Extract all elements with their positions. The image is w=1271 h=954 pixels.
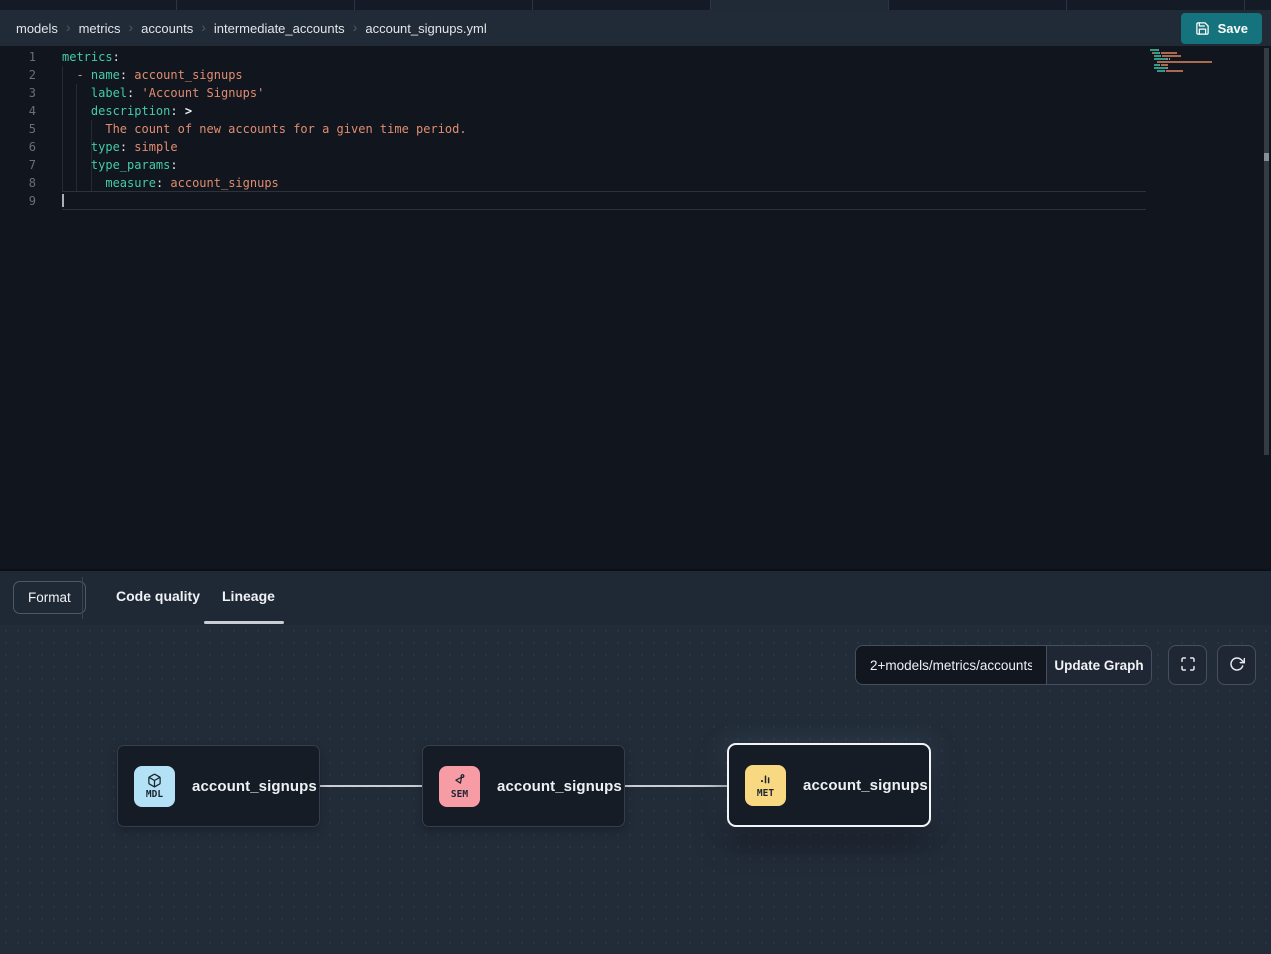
node-type-label: MET: [757, 788, 774, 799]
lineage-node-mdl[interactable]: MDL account_signups: [117, 745, 320, 827]
editor-tab[interactable]: [177, 0, 355, 10]
code-line[interactable]: label: 'Account Signups': [62, 84, 467, 102]
editor-tab[interactable]: [1245, 0, 1271, 10]
line-number: 4: [0, 102, 36, 120]
minimap-line: [1150, 52, 1212, 54]
bottom-panel-header: Format Code quality Lineage: [0, 571, 1271, 625]
minimap-line: [1150, 70, 1212, 72]
tab-lineage[interactable]: Lineage: [222, 588, 275, 604]
network-icon: SEM: [439, 766, 480, 807]
node-label: account_signups: [192, 778, 317, 795]
save-button[interactable]: Save: [1181, 13, 1262, 44]
node-label: account_signups: [497, 778, 622, 795]
update-graph-button[interactable]: Update Graph: [1046, 646, 1151, 684]
line-number-gutter: 123456789: [0, 48, 36, 210]
lineage-filter-group: Update Graph: [855, 645, 1152, 685]
breadcrumb-bar: models › metrics › accounts › intermediate_acc…: [0, 10, 1271, 46]
editor-tab-active[interactable]: [711, 0, 889, 10]
code-line[interactable]: measure: account_signups: [62, 174, 467, 192]
editor-tab[interactable]: [533, 0, 711, 10]
maximize-icon: [1180, 656, 1196, 675]
chevron-right-icon: ›: [128, 20, 133, 34]
minimap-line: [1150, 58, 1212, 60]
line-number: 2: [0, 66, 36, 84]
minimap-line: [1150, 49, 1212, 51]
code-content[interactable]: metrics: - name: account_signups label: …: [62, 48, 467, 210]
refresh-button[interactable]: [1217, 645, 1256, 685]
fullscreen-button[interactable]: [1168, 645, 1207, 685]
lineage-canvas[interactable]: Update Graph MDL account_signups SEM accoun…: [0, 625, 1271, 954]
cube-icon: MDL: [134, 766, 175, 807]
minimap-line: [1150, 55, 1212, 57]
breadcrumb-item[interactable]: metrics: [79, 21, 121, 36]
editor-tab[interactable]: [889, 0, 1067, 10]
lineage-node-met[interactable]: MET account_signups: [727, 743, 931, 827]
breadcrumb-item[interactable]: account_signups.yml: [365, 21, 486, 36]
code-line[interactable]: The count of new accounts for a given ti…: [62, 120, 467, 138]
editor-tab[interactable]: [355, 0, 533, 10]
refresh-icon: [1229, 656, 1245, 675]
line-number: 1: [0, 48, 36, 66]
breadcrumb-item[interactable]: accounts: [141, 21, 193, 36]
breadcrumb: models › metrics › accounts › intermediate_acc…: [16, 21, 487, 36]
code-line[interactable]: [62, 192, 467, 210]
line-number: 7: [0, 156, 36, 174]
lineage-controls: Update Graph: [855, 645, 1256, 685]
lineage-edge: [625, 785, 727, 787]
minimap-line: [1150, 64, 1212, 66]
code-line[interactable]: metrics:: [62, 48, 467, 66]
node-type-label: MDL: [146, 789, 163, 800]
code-line[interactable]: type: simple: [62, 138, 467, 156]
breadcrumb-item[interactable]: intermediate_accounts: [214, 21, 345, 36]
lineage-filter-input[interactable]: [856, 646, 1046, 684]
code-editor[interactable]: 123456789 metrics: - name: account_signu…: [0, 46, 1271, 569]
minimap-line: [1150, 61, 1212, 63]
node-label: account_signups: [803, 777, 928, 794]
lineage-node-sem[interactable]: SEM account_signups: [422, 745, 625, 827]
scrollbar-marker: [1264, 153, 1269, 161]
ide-window: models › metrics › accounts › intermediate_acc…: [0, 0, 1271, 954]
editor-tab[interactable]: [0, 0, 177, 10]
tab-code-quality[interactable]: Code quality: [116, 588, 200, 604]
bar-chart-icon: MET: [745, 765, 786, 806]
minimap-line: [1150, 67, 1212, 69]
code-line[interactable]: type_params:: [62, 156, 467, 174]
editor-tab-strip: [0, 0, 1271, 10]
line-number: 3: [0, 84, 36, 102]
save-icon: [1195, 21, 1210, 36]
editor-tab[interactable]: [1067, 0, 1245, 10]
header-divider: [82, 577, 83, 619]
editor-scrollbar[interactable]: [1264, 48, 1269, 455]
breadcrumb-item[interactable]: models: [16, 21, 58, 36]
minimap-line: [1150, 73, 1212, 75]
save-button-label: Save: [1218, 21, 1248, 36]
code-line[interactable]: - name: account_signups: [62, 66, 467, 84]
chevron-right-icon: ›: [66, 20, 71, 34]
chevron-right-icon: ›: [201, 20, 206, 34]
format-button[interactable]: Format: [13, 581, 86, 614]
code-line[interactable]: description: >: [62, 102, 467, 120]
active-tab-underline: [204, 621, 284, 624]
line-number: 8: [0, 174, 36, 192]
line-number: 5: [0, 120, 36, 138]
line-number: 9: [0, 192, 36, 210]
line-number: 6: [0, 138, 36, 156]
node-type-label: SEM: [451, 789, 468, 800]
minimap[interactable]: [1150, 49, 1212, 76]
chevron-right-icon: ›: [353, 20, 358, 34]
lineage-edge: [320, 785, 422, 787]
